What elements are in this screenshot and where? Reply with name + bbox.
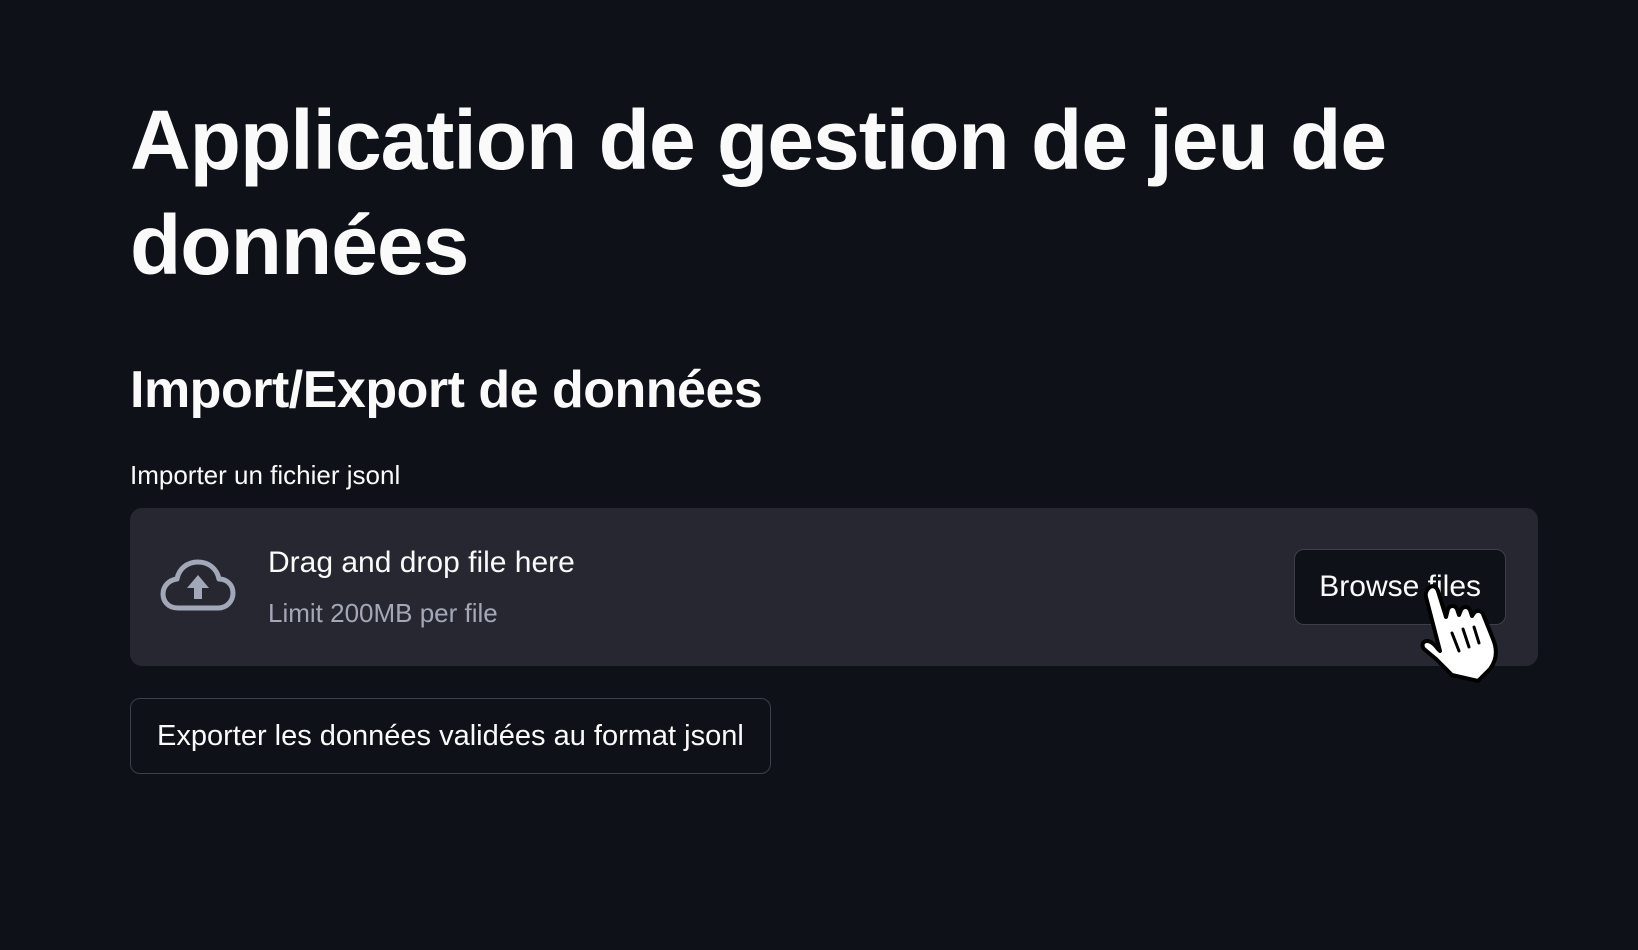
dropzone-instructions: Drag and drop file here — [268, 546, 575, 579]
section-title: Import/Export de données — [130, 361, 763, 419]
main-content: Application de gestion de jeu de données… — [130, 88, 1540, 774]
app-main: Application de gestion de jeu de données… — [0, 0, 1638, 950]
cloud-upload-icon — [160, 559, 236, 611]
file-uploader-label: Importer un fichier jsonl — [130, 460, 401, 490]
file-dropzone[interactable]: Drag and drop file here Limit 200MB per … — [130, 508, 1538, 666]
dropzone-text: Drag and drop file here Limit 200MB per … — [268, 544, 575, 628]
export-jsonl-button[interactable]: Exporter les données validées au format … — [130, 698, 771, 774]
browse-files-button[interactable]: Browse files — [1294, 549, 1506, 625]
page-title: Application de gestion de jeu de données — [130, 93, 1387, 292]
dropzone-limit: Limit 200MB per file — [268, 598, 498, 628]
